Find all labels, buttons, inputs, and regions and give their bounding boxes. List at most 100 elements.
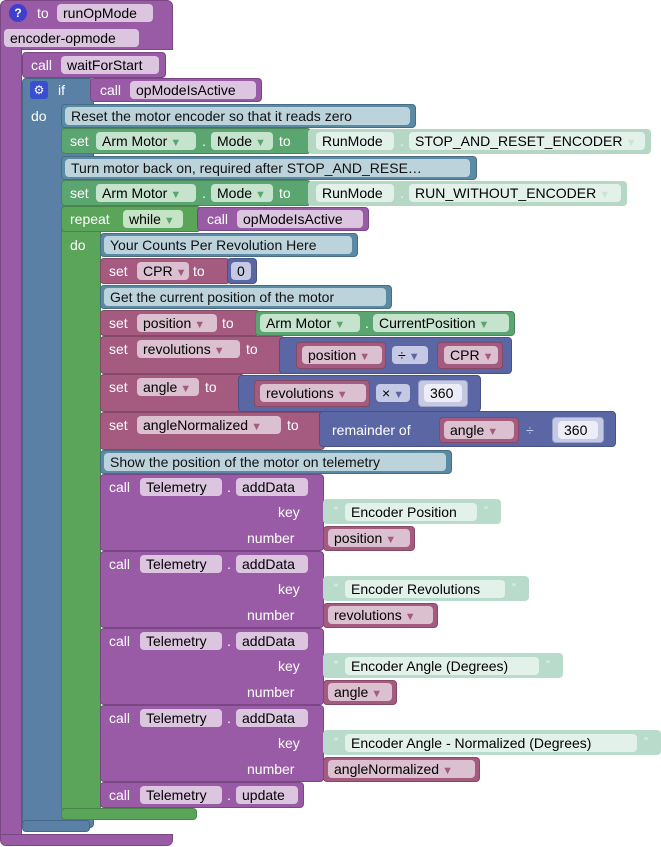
comment-text[interactable]: Your Counts Per Revolution Here [104,236,352,254]
variable-name: revolutions [334,607,402,623]
to-label: to [222,315,234,331]
comment-text[interactable]: Show the position of the motor on teleme… [104,453,446,471]
set-label: set [109,379,128,395]
dot-label: . [400,185,404,201]
variable-dropdown[interactable]: CPR ▼ [137,262,189,280]
telemetry-object-field[interactable]: Telemetry [140,786,222,804]
number-field[interactable]: 0 [231,262,251,280]
key-text-field[interactable]: Encoder Position [345,503,477,521]
number-field[interactable]: 360 [424,384,462,402]
enum-value-dropdown[interactable]: RUN_WITHOUT_ENCODER ▼ [409,184,621,202]
function-name-field[interactable]: runOpMode [57,4,153,22]
dropdown-arrow-icon: ▼ [478,319,490,331]
variable-getter-field[interactable]: revolutions ▼ [260,384,366,402]
key-text-field[interactable]: Encoder Angle - Normalized (Degrees) [345,734,637,752]
variable-dropdown[interactable]: revolutions ▼ [137,340,240,358]
property-dropdown-label: Mode [217,185,253,201]
method-field[interactable]: update [236,786,298,804]
telemetry-object-field[interactable]: Telemetry [140,632,222,650]
to-label: to [287,417,299,433]
gear-icon[interactable]: ⚙ [30,81,48,99]
number-label: number [247,607,295,623]
dropdown-arrow-icon: ▼ [175,267,187,279]
set-label: set [70,185,89,201]
if-bottom-bar [22,820,90,832]
telemetry-object-field[interactable]: Telemetry [140,478,222,496]
variable-getter-field[interactable]: angle ▼ [328,683,392,701]
variable-getter-field[interactable]: position ▼ [328,529,410,547]
quote-close: ” [546,658,550,672]
operator-dropdown[interactable]: ÷ ▼ [392,346,428,364]
dropdown-arrow-icon: ▼ [371,688,383,700]
telemetry-object-field[interactable]: Telemetry [140,555,222,573]
variable-name: angle [334,684,369,700]
variable-name: angle [450,422,485,438]
variable-name: CPR [450,347,480,363]
enum-type-label: RunMode [316,184,394,202]
quote-open: “ [334,658,338,672]
variable-dropdown[interactable]: angle ▼ [137,378,199,396]
variable-name: revolutions [143,341,211,357]
telemetry-object-field[interactable]: Telemetry [140,709,222,727]
comment-text[interactable]: Get the current position of the motor [104,288,386,306]
key-text-field[interactable]: Encoder Angle (Degrees) [345,657,539,675]
call-label: call [100,82,122,98]
dropdown-arrow-icon: ▼ [442,765,453,777]
motor-dropdown-label: Arm Motor [102,185,168,201]
number-field[interactable]: 360 [558,421,598,439]
motor-dropdown[interactable]: Arm Motor ▼ [96,184,196,202]
if-label: if [58,82,65,98]
dropdown-arrow-icon: ▼ [404,611,416,623]
operator-label: ÷ [398,347,406,363]
dropdown-arrow-icon: ▼ [251,421,262,433]
motor-dropdown[interactable]: Arm Motor ▼ [96,132,196,150]
dropdown-arrow-icon: ▼ [334,319,346,331]
operator-label: × [382,385,391,401]
call-label: call [109,556,131,572]
key-text-field[interactable]: Encoder Revolutions [345,580,505,598]
motor-dropdown-label: Arm Motor [102,133,168,149]
operator-dropdown[interactable]: × ▼ [376,384,410,402]
variable-dropdown[interactable]: position ▼ [137,314,217,332]
repeat-mode-dropdown[interactable]: while ▼ [123,210,183,228]
variable-getter-field[interactable]: CPR ▼ [444,346,498,364]
property-dropdown[interactable]: Mode ▼ [211,184,273,202]
dot-label: . [227,710,231,726]
variable-name: position [334,530,383,546]
to-label: to [193,263,205,279]
quote-open: “ [334,504,338,518]
op-mode-is-active-field[interactable]: opModeIsActive [237,210,363,228]
variable-getter-field[interactable]: revolutions ▼ [328,606,433,624]
quote-close: ” [484,504,488,518]
function-bottom-bar [0,834,173,846]
property-dropdown[interactable]: Mode ▼ [211,132,273,150]
motor-dropdown-label: Arm Motor [266,315,332,331]
variable-name: angleNormalized [143,417,249,433]
motor-dropdown[interactable]: Arm Motor ▼ [260,314,360,332]
function-comment-field[interactable]: encoder-opmode [4,29,139,47]
repeat-while-block[interactable] [61,206,101,811]
dropdown-arrow-icon: ▼ [336,389,348,401]
to-label: to [37,5,49,21]
question-icon[interactable]: ? [9,4,27,22]
key-label: key [278,735,300,751]
wait-for-start-field[interactable]: waitForStart [61,56,159,74]
property-dropdown[interactable]: CurrentPosition ▼ [373,314,509,332]
comment-text[interactable]: Reset the motor encoder so that it reads… [65,107,410,125]
set-label: set [109,315,128,331]
method-field[interactable]: addData [236,632,308,650]
variable-getter-field[interactable]: angleNormalized ▼ [328,760,475,778]
variable-dropdown[interactable]: angleNormalized ▼ [137,416,281,434]
to-label: to [205,379,217,395]
comment-text[interactable]: Turn motor back on, required after STOP_… [65,159,470,177]
method-field[interactable]: addData [236,555,308,573]
enum-value-dropdown[interactable]: STOP_AND_RESET_ENCODER ▼ [409,132,645,150]
variable-getter-field[interactable]: position ▼ [302,346,382,364]
method-field[interactable]: addData [236,709,308,727]
call-label: call [31,57,53,73]
variable-getter-field[interactable]: angle ▼ [444,421,514,439]
dropdown-arrow-icon: ▼ [170,189,182,201]
op-mode-is-active-field[interactable]: opModeIsActive [130,81,256,99]
method-field[interactable]: addData [236,478,308,496]
property-dropdown-label: Mode [217,133,253,149]
